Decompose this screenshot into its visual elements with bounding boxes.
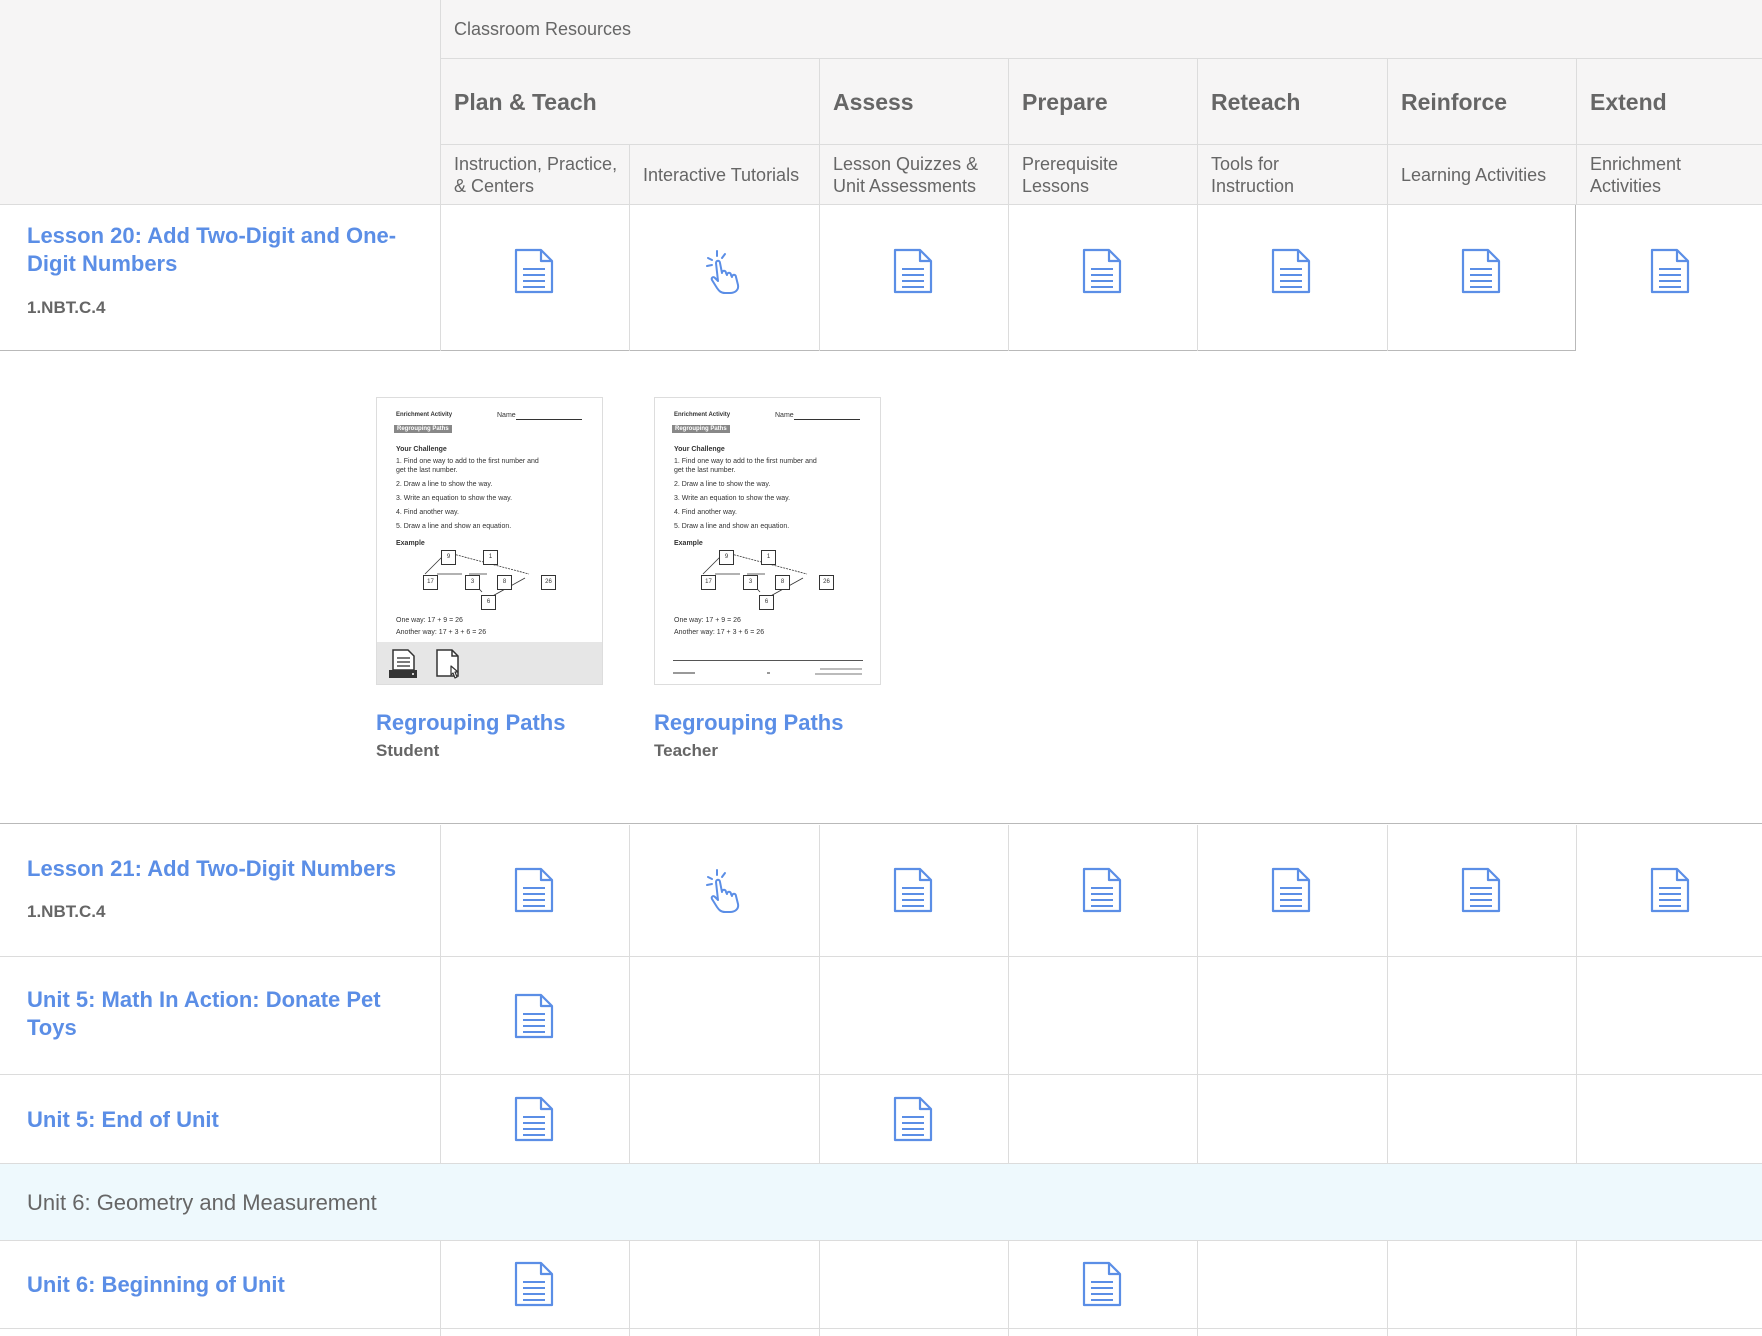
category-assess: Assess <box>833 89 914 115</box>
thumbnail-action-bar <box>377 642 602 684</box>
document-icon[interactable] <box>1271 867 1311 913</box>
category-reteach: Reteach <box>1211 89 1301 115</box>
category-prepare: Prepare <box>1022 89 1108 115</box>
subcolumn-quizzes: Lesson Quizzes & Unit Assessments <box>833 154 979 196</box>
document-icon[interactable] <box>1271 248 1311 294</box>
subcolumn-prerequisite: Prerequisite Lessons <box>1022 154 1119 196</box>
card-subtitle-student: Student <box>376 741 440 760</box>
print-icon[interactable] <box>387 648 419 680</box>
document-icon[interactable] <box>1650 867 1690 913</box>
open-document-icon[interactable] <box>433 648 465 680</box>
interactive-hand-icon[interactable] <box>703 248 743 294</box>
lesson-20-link[interactable]: Lesson 20: Add Two-Digit and One-Digit N… <box>27 222 407 278</box>
document-icon[interactable] <box>893 248 933 294</box>
unit-5-end-link[interactable]: Unit 5: End of Unit <box>27 1106 407 1134</box>
subcolumn-interactive-tutorials: Interactive Tutorials <box>643 165 800 185</box>
category-reinforce: Reinforce <box>1401 89 1508 115</box>
document-icon[interactable] <box>893 867 933 913</box>
document-icon[interactable] <box>1461 867 1501 913</box>
document-icon[interactable] <box>1082 867 1122 913</box>
document-icon[interactable] <box>514 1261 554 1307</box>
subcolumn-tools: Tools for Instruction <box>1211 154 1295 196</box>
document-icon[interactable] <box>1082 248 1122 294</box>
card-title-student[interactable]: Regrouping Paths <box>376 710 565 736</box>
lesson-21-link[interactable]: Lesson 21: Add Two-Digit Numbers <box>27 855 427 883</box>
unit-6-beginning-link[interactable]: Unit 6: Beginning of Unit <box>27 1271 407 1299</box>
category-plan-teach: Plan & Teach <box>454 89 597 115</box>
document-icon[interactable] <box>514 1096 554 1142</box>
lesson-20-standard: 1.NBT.C.4 <box>27 298 106 317</box>
category-extend: Extend <box>1590 89 1667 115</box>
worksheet-preview: Enrichment Activity Name Regrouping Path… <box>655 398 880 684</box>
expanded-resource-panel <box>0 351 1762 824</box>
document-icon[interactable] <box>893 1096 933 1142</box>
subcolumn-learning-activities: Learning Activities <box>1401 165 1547 185</box>
unit-6-title: Unit 6: Geometry and Measurement <box>27 1190 377 1215</box>
card-title-teacher[interactable]: Regrouping Paths <box>654 710 843 736</box>
unit-5-math-in-action-link[interactable]: Unit 5: Math In Action: Donate Pet Toys <box>27 986 407 1042</box>
subcolumn-instruction: Instruction, Practice, & Centers <box>454 154 618 196</box>
lesson-21-standard: 1.NBT.C.4 <box>27 902 106 921</box>
interactive-hand-icon[interactable] <box>703 867 743 913</box>
subcolumn-enrichment: Enrichment Activities <box>1590 154 1682 196</box>
document-icon[interactable] <box>514 867 554 913</box>
document-icon[interactable] <box>1461 248 1501 294</box>
document-icon[interactable] <box>514 993 554 1039</box>
document-icon[interactable] <box>1650 248 1690 294</box>
worksheet-thumbnail-student[interactable]: Enrichment Activity Name Regrouping Path… <box>376 397 603 685</box>
card-subtitle-teacher: Teacher <box>654 741 718 760</box>
document-icon[interactable] <box>1082 1261 1122 1307</box>
classroom-resources-label: Classroom Resources <box>454 19 632 39</box>
worksheet-thumbnail-teacher[interactable]: Enrichment Activity Name Regrouping Path… <box>654 397 881 685</box>
document-icon[interactable] <box>514 248 554 294</box>
